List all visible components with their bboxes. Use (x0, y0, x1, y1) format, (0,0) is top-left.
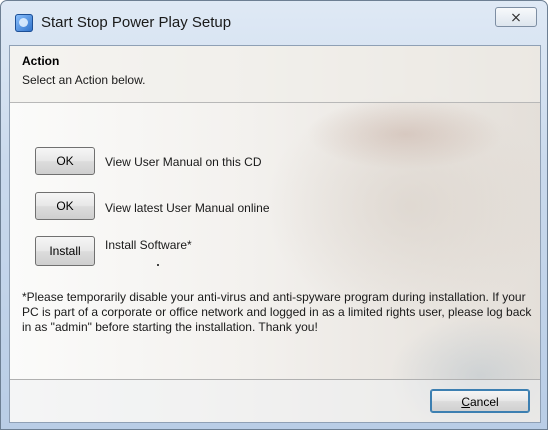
header-title: Action (22, 54, 60, 68)
cancel-button[interactable]: Cancel (430, 389, 530, 413)
dialog-body: Action Select an Action below. OK View U… (9, 45, 541, 423)
view-manual-cd-label: View User Manual on this CD (105, 155, 262, 169)
setup-app-icon (15, 14, 33, 32)
cancel-label: ancel (469, 395, 499, 409)
view-manual-online-label: View latest User Manual online (105, 201, 270, 215)
dot-mark (157, 264, 159, 266)
setup-window: Start Stop Power Play Setup ⨯ Action Sel… (0, 0, 548, 430)
dialog-footer: Cancel (10, 379, 540, 422)
title-bar[interactable]: Start Stop Power Play Setup ⨯ (1, 1, 547, 45)
view-manual-online-button[interactable]: OK (35, 192, 95, 220)
install-software-label: Install Software* (105, 238, 192, 252)
installation-notice: *Please temporarily disable your anti-vi… (22, 290, 532, 334)
window-title: Start Stop Power Play Setup (41, 14, 232, 31)
install-software-button[interactable]: Install (35, 236, 95, 266)
dialog-header: Action Select an Action below. (10, 46, 540, 103)
header-subtitle: Select an Action below. (22, 73, 146, 87)
view-manual-cd-button[interactable]: OK (35, 147, 95, 175)
cancel-mnemonic: C (461, 395, 470, 409)
close-icon: ⨯ (510, 9, 522, 25)
close-button[interactable]: ⨯ (495, 7, 537, 27)
